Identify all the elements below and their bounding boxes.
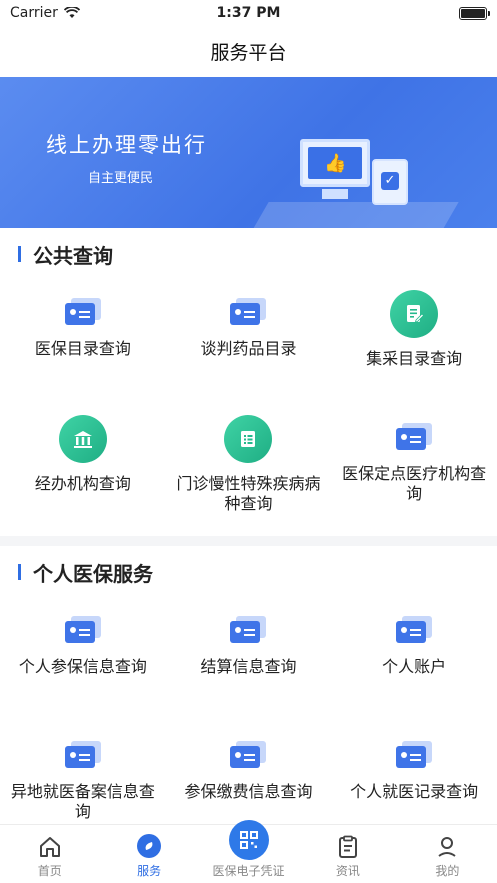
menu-item-negotiated-drugs[interactable]: 谈判药品目录	[166, 280, 332, 405]
menu-item-label: 异地就医备案信息查询	[10, 782, 155, 821]
section-header: 公共查询	[0, 228, 497, 280]
menu-item-label: 集采目录查询	[366, 349, 463, 368]
menu-item-label: 医保定点医疗机构查询	[342, 464, 487, 503]
menu-item-procurement-catalog[interactable]: 集采目录查询	[331, 280, 497, 405]
tablet-check-icon: ✓	[372, 159, 408, 205]
card-icon	[230, 616, 267, 646]
personal-service-section: 个人医保服务 个人参保信息查询 结算信息查询 个人账户 异地就医备案信息查询 参…	[0, 546, 497, 854]
tab-label: 服务	[137, 864, 162, 878]
carrier-label: Carrier	[10, 5, 58, 21]
card-icon	[396, 423, 433, 453]
menu-item-label: 参保缴费信息查询	[184, 782, 313, 801]
home-icon	[39, 837, 60, 857]
clipboard-icon	[338, 835, 357, 858]
status-bar: Carrier 1:37 PM	[0, 0, 497, 26]
menu-item-chronic-disease[interactable]: 门诊慢性特殊疾病病种查询	[166, 405, 332, 530]
card-icon	[64, 741, 101, 771]
menu-item-designated-institutions[interactable]: 医保定点医疗机构查询	[331, 405, 497, 530]
tab-label: 我的	[435, 864, 460, 878]
menu-item-label: 结算信息查询	[200, 657, 297, 676]
tab-mine[interactable]: 我的	[398, 825, 497, 883]
menu-item-catalog-query[interactable]: 医保目录查询	[0, 280, 166, 405]
tab-news[interactable]: 资讯	[298, 825, 397, 883]
tab-e-voucher[interactable]: 医保电子凭证	[199, 820, 298, 883]
page-title: 服务平台	[210, 42, 287, 64]
menu-item-insurance-info[interactable]: 个人参保信息查询	[0, 598, 166, 723]
list-icon	[224, 415, 273, 463]
card-icon	[230, 298, 267, 328]
banner-subtitle: 自主更便民	[88, 171, 154, 186]
tab-service[interactable]: 服务	[99, 825, 198, 883]
nav-bar: 服务平台	[0, 26, 497, 77]
card-icon	[396, 741, 433, 771]
menu-item-label: 个人就医记录查询	[350, 782, 479, 801]
tab-home[interactable]: 首页	[0, 825, 99, 883]
monitor-icon	[300, 139, 370, 187]
banner-platform-illustration	[251, 202, 459, 228]
compass-icon	[137, 834, 162, 858]
section-title: 公共查询	[33, 243, 113, 268]
public-query-section: 公共查询 医保目录查询 谈判药品目录 集采目录查询 经办机构查询 门诊慢性特殊疾…	[0, 228, 497, 536]
personal-service-grid: 个人参保信息查询 结算信息查询 个人账户 异地就医备案信息查询 参保缴费信息查询…	[0, 598, 497, 848]
menu-item-label: 门诊慢性特殊疾病病种查询	[176, 474, 321, 513]
menu-item-personal-account[interactable]: 个人账户	[331, 598, 497, 723]
card-icon	[64, 298, 101, 328]
banner-title: 线上办理零出行	[46, 133, 207, 157]
tab-label: 医保电子凭证	[212, 864, 285, 878]
menu-item-label: 医保目录查询	[34, 339, 131, 358]
banner[interactable]: 线上办理零出行 自主更便民 ✓	[0, 77, 497, 228]
battery-icon	[459, 6, 490, 20]
section-header: 个人医保服务	[0, 546, 497, 598]
public-query-grid: 医保目录查询 谈判药品目录 集采目录查询 经办机构查询 门诊慢性特殊疾病病种查询	[0, 280, 497, 530]
menu-item-label: 个人参保信息查询	[18, 657, 147, 676]
bank-icon	[58, 415, 107, 463]
wifi-icon	[63, 7, 80, 18]
tab-label: 首页	[37, 864, 62, 878]
tab-bar: 首页 服务 医保电子凭证 资讯 我的	[0, 820, 497, 883]
menu-item-agency-query[interactable]: 经办机构查询	[0, 405, 166, 530]
section-title: 个人医保服务	[33, 561, 153, 586]
card-icon	[64, 616, 101, 646]
user-icon	[438, 837, 456, 857]
menu-item-label: 经办机构查询	[34, 474, 131, 493]
menu-item-label: 个人账户	[382, 657, 447, 676]
qrcode-icon	[228, 820, 269, 860]
card-icon	[230, 741, 267, 771]
menu-item-settlement-info[interactable]: 结算信息查询	[166, 598, 332, 723]
tab-label: 资讯	[335, 864, 360, 878]
menu-item-label: 谈判药品目录	[200, 339, 297, 358]
carrier: Carrier	[10, 5, 80, 21]
card-icon	[396, 616, 433, 646]
document-edit-icon	[390, 290, 439, 338]
